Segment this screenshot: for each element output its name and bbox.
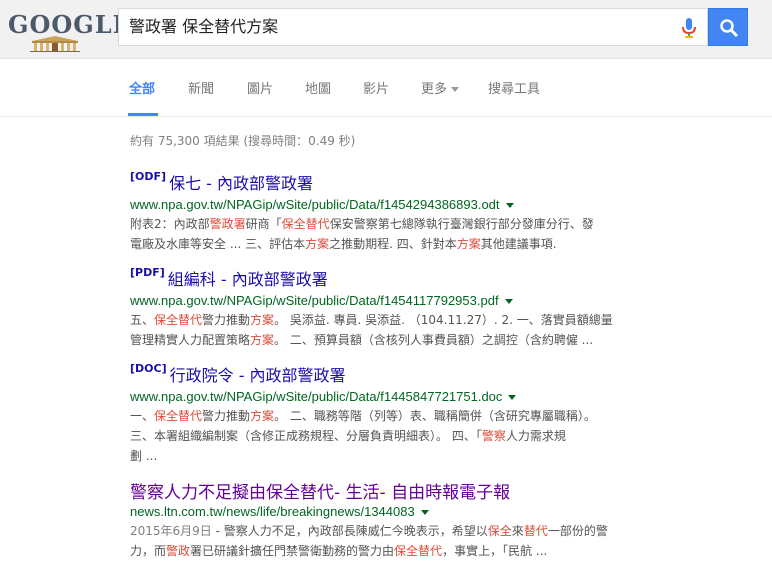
google-logo[interactable]: GOOGLE (8, 12, 131, 52)
url-options-arrow-icon[interactable] (505, 203, 514, 209)
file-type-badge: [ODF] (130, 170, 167, 183)
snippet-text: 。 吳添益. 專員. 吳添益. （104.11.27）. 2. 一、落實員額總量 (274, 313, 613, 327)
snippet-text: 保安警察第七總隊執行臺灣銀行部分發庫分行、發 (329, 217, 594, 231)
snippet-text: 。 二、職務等階（列等）表、職稱簡併（含研究專屬職稱）。 (274, 409, 596, 423)
result-snippet: 一、保全替代警力推動方案。 二、職務等階（列等）表、職稱簡併（含研究專屬職稱）。… (130, 406, 650, 466)
snippet-highlight: 警政署 (209, 217, 246, 231)
snippet-text: 之推動期程. 四、針對本 (329, 237, 457, 251)
result-title-link[interactable]: [ODF] 保七 - 內政部警政署 (130, 170, 650, 194)
snippet-highlight: 警察 (481, 429, 506, 443)
snippet-highlight: 警政 (166, 544, 191, 558)
snippet-text: 警力推動 (202, 313, 251, 327)
snippet-line: 力，而警政署已研議針擴任門禁警衛勤務的警力由保全替代，事實上，「民航 ... (130, 541, 650, 561)
search-icon (720, 19, 739, 38)
tab-images[interactable]: 圖片 (247, 78, 273, 97)
tab-videos[interactable]: 影片 (363, 78, 389, 97)
snippet-highlight: 保全替代 (154, 313, 203, 327)
snippet-highlight: 替代 (523, 524, 548, 538)
snippet-highlight: 方案 (250, 333, 275, 347)
result-item: [DOC] 行政院令 - 內政部警政署 www.npa.gov.tw/NPAGip… (130, 362, 650, 466)
snippet-text: 研商「 (245, 217, 282, 231)
logo-text: GOOGLE (8, 10, 132, 39)
search-box[interactable] (118, 8, 708, 46)
result-title: 行政院令 - 內政部警政署 (169, 366, 346, 385)
snippet-highlight: 保全 (487, 524, 512, 538)
result-item: [PDF] 組編科 - 內政部警政署 www.npa.gov.tw/NPAGip/… (130, 266, 650, 350)
snippet-text: 管理精實人力配置策略 (130, 333, 251, 347)
result-title: 警察人力不足擬由保全替代- 生活- 自由時報電子報 (130, 483, 511, 503)
search-button[interactable] (708, 8, 748, 46)
tab-search-tools[interactable]: 搜尋工具 (488, 78, 540, 97)
result-item: 警察人力不足擬由保全替代- 生活- 自由時報電子報 news.ltn.com.t… (130, 478, 650, 561)
snippet-text: 其他建議事項. (480, 237, 557, 251)
result-url-text: www.npa.gov.tw/NPAGip/wSite/public/Data/… (130, 389, 503, 404)
snippet-text: 三、本署組織編制案（含修正成務規程、分層負責明細表）。 四、「 (130, 429, 482, 443)
snippet-highlight: 保全替代 (154, 409, 203, 423)
active-tab-indicator (128, 113, 158, 116)
snippet-text: 一部份的警 (547, 524, 608, 538)
snippet-text: 一、 (130, 409, 155, 423)
result-url-text: www.npa.gov.tw/NPAGip/wSite/public/Data/… (130, 197, 500, 212)
building-doodle-icon (30, 36, 80, 52)
result-url-text: news.ltn.com.tw/news/life/breakingnews/1… (130, 504, 415, 519)
result-title-link[interactable]: [DOC] 行政院令 - 內政部警政署 (130, 362, 650, 386)
result-stats: 約有 75,300 項結果 (搜尋時間：0.49 秒) (130, 134, 356, 148)
snippet-text: 劃 ... (130, 449, 158, 463)
snippet-highlight: 保全替代 (281, 217, 330, 231)
snippet-line: 五、保全替代警力推動方案。 吳添益. 專員. 吳添益. （104.11.27）.… (130, 310, 650, 330)
result-url: www.npa.gov.tw/NPAGip/wSite/public/Data/… (130, 389, 650, 404)
dropdown-arrow-icon (451, 87, 460, 92)
url-options-arrow-icon[interactable] (504, 299, 513, 305)
snippet-line: 一、保全替代警力推動方案。 二、職務等階（列等）表、職稱簡併（含研究專屬職稱）。 (130, 406, 650, 426)
result-title: 組編科 - 內政部警政署 (167, 270, 328, 289)
tab-news[interactable]: 新聞 (188, 78, 214, 97)
snippet-highlight: 方案 (250, 313, 275, 327)
file-type-badge: [PDF] (130, 266, 165, 279)
snippet-text: 署已研議針擴任門禁警衛勤務的警力由 (190, 544, 395, 558)
tab-more[interactable]: 更多 (421, 78, 460, 97)
result-url: www.npa.gov.tw/NPAGip/wSite/public/Data/… (130, 197, 650, 212)
snippet-text: ，事實上，「民航 ... (442, 544, 548, 558)
result-snippet: 五、保全替代警力推動方案。 吳添益. 專員. 吳添益. （104.11.27）.… (130, 310, 650, 350)
snippet-line: 管理精實人力配置策略方案。 二、預算員額（含核列人事費員額）之調控（含約聘僱 .… (130, 330, 650, 350)
result-snippet: 附表2：內政部警政署研商「保全替代保安警察第七總隊執行臺灣銀行部分發庫分行、發電… (130, 214, 650, 254)
result-url: www.npa.gov.tw/NPAGip/wSite/public/Data/… (130, 293, 650, 308)
snippet-line: 附表2：內政部警政署研商「保全替代保安警察第七總隊執行臺灣銀行部分發庫分行、發 (130, 214, 650, 234)
url-options-arrow-icon[interactable] (508, 395, 517, 401)
result-snippet: 2015年6月9日 - 警察人力不足，內政部長陳威仁今晚表示，希望以保全來替代一… (130, 521, 650, 561)
snippet-highlight: 方案 (250, 409, 275, 423)
snippet-text: 附表2：內政部 (130, 217, 210, 231)
result-item: [ODF] 保七 - 內政部警政署 www.npa.gov.tw/NPAGip/w… (130, 170, 650, 254)
header: GOOGLE (0, 0, 772, 59)
result-title-link[interactable]: 警察人力不足擬由保全替代- 生活- 自由時報電子報 (130, 478, 650, 503)
snippet-line: 三、本署組織編制案（含修正成務規程、分層負責明細表）。 四、「警察人力需求規 (130, 426, 650, 446)
snippet-text: 力，而 (130, 544, 167, 558)
url-options-arrow-icon[interactable] (420, 510, 429, 516)
result-url: news.ltn.com.tw/news/life/breakingnews/1… (130, 504, 650, 519)
snippet-text: 電廠及水庫等安全 ... 三、評估本 (130, 237, 306, 251)
snippet-text: 。 二、預算員額（含核列人事費員額）之調控（含約聘僱 ... (274, 333, 594, 347)
microphone-icon[interactable] (681, 17, 697, 39)
search-tabs: 全部 新聞 圖片 地圖 影片 更多 搜尋工具 (0, 58, 772, 117)
tab-all[interactable]: 全部 (129, 78, 155, 97)
snippet-text: 來 (511, 524, 524, 538)
snippet-highlight: 方案 (456, 237, 481, 251)
snippet-highlight: 方案 (305, 237, 330, 251)
snippet-text: 警力推動 (202, 409, 251, 423)
snippet-line: 劃 ... (130, 446, 650, 466)
snippet-line: 2015年6月9日 - 警察人力不足，內政部長陳威仁今晚表示，希望以保全來替代一… (130, 521, 650, 541)
tab-maps[interactable]: 地圖 (305, 78, 331, 97)
snippet-date: 2015年6月9日 (130, 524, 212, 538)
snippet-text: 人力需求規 (505, 429, 566, 443)
snippet-highlight: 保全替代 (394, 544, 443, 558)
result-url-text: www.npa.gov.tw/NPAGip/wSite/public/Data/… (130, 293, 499, 308)
tab-more-label: 更多 (421, 82, 448, 97)
snippet-line: 電廠及水庫等安全 ... 三、評估本方案之推動期程. 四、針對本方案其他建議事項… (130, 234, 650, 254)
result-title: 保七 - 內政部警政署 (169, 174, 314, 193)
result-title-link[interactable]: [PDF] 組編科 - 內政部警政署 (130, 266, 650, 290)
snippet-text: 五、 (130, 313, 155, 327)
file-type-badge: [DOC] (130, 362, 167, 375)
snippet-text: - 警察人力不足，內政部長陳威仁今晚表示，希望以 (211, 524, 488, 538)
search-input[interactable] (129, 9, 669, 45)
